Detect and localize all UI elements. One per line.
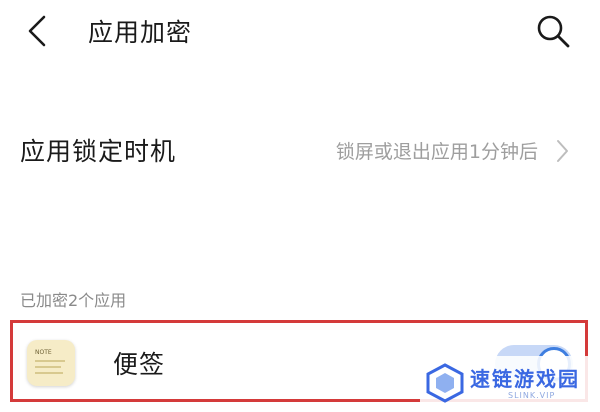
- app-header: 应用加密: [0, 0, 600, 64]
- encrypted-apps-section-label: 已加密2个应用: [20, 291, 127, 310]
- watermark-title: 速链游戏园: [470, 367, 580, 391]
- lock-timing-row[interactable]: 应用锁定时机 锁屏或退出应用1分钟后: [0, 110, 600, 194]
- lock-timing-label: 应用锁定时机: [20, 137, 177, 166]
- watermark-subtitle: SLINK.VIP: [508, 391, 556, 400]
- note-app-icon-label: NOTE: [35, 349, 52, 356]
- chevron-right-icon: [557, 140, 568, 162]
- chevron-left-icon[interactable]: [22, 14, 52, 48]
- page-title: 应用加密: [88, 18, 193, 47]
- app-name: 便签: [113, 350, 166, 379]
- note-app-icon: NOTE: [27, 340, 75, 386]
- lock-timing-value: 锁屏或退出应用1分钟后: [335, 141, 538, 163]
- watermark-logo-icon: [426, 363, 464, 403]
- search-icon[interactable]: [533, 12, 573, 50]
- watermark: 速链游戏园 SLINK.VIP: [420, 356, 600, 412]
